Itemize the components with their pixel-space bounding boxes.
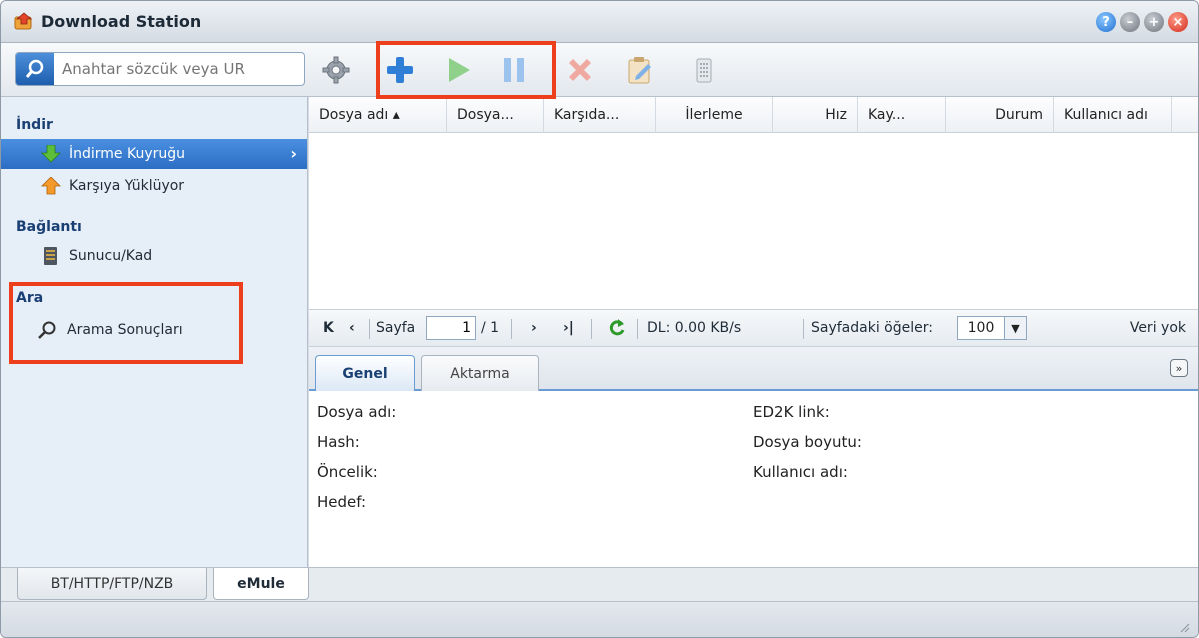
divider [369,319,370,339]
sidebar-item-label: Karşıya Yüklüyor [69,178,185,194]
tab-emule[interactable]: eMule [213,568,309,600]
chevron-down-icon: ▼ [1004,317,1026,339]
search-input[interactable] [54,53,304,85]
sidebar-item-download-queue[interactable]: İndirme Kuyruğu › [1,139,307,169]
detail-tab-bar: Genel Aktarma » [309,347,1198,391]
divider [637,319,638,339]
divider [591,319,592,339]
title-bar: Download Station ? – + × [1,1,1198,43]
column-speed[interactable]: Hız [773,97,858,133]
items-per-page-value: 100 [967,320,995,336]
help-icon[interactable]: ? [1096,12,1116,32]
gear-icon [322,56,350,84]
edit-icon [628,57,651,84]
trash-icon [696,58,712,83]
delete-button[interactable] [561,52,599,88]
sidebar-item-server-kad[interactable]: Sunucu/Kad [1,241,307,271]
download-station-window: Download Station ? – + × Anahtar sözcük … [0,0,1199,638]
download-station-icon [14,12,33,30]
sidebar-item-uploading[interactable]: Karşıya Yüklüyor [1,171,307,201]
list-header: Dosya adı ▴ Dosya... Karşıda... İlerleme… [309,97,1198,133]
window-controls: ? – + × [1096,12,1188,32]
edit-button[interactable] [621,52,659,88]
server-icon [44,247,57,265]
close-icon[interactable]: × [1168,12,1188,32]
label-destination: Hedef: [317,493,367,511]
sidebar-item-label: İndirme Kuyruğu [69,146,186,162]
up-arrow-icon [41,177,61,195]
collapse-icon[interactable]: » [1170,359,1188,377]
page-label: Sayfa [376,320,416,336]
detail-panel: Dosya adı: Hash: Öncelik: Hedef: ED2K li… [309,391,1198,567]
label-hash: Hash: [317,433,360,451]
section-header-indir: İndir [16,117,53,133]
window-title: Download Station [41,12,202,31]
items-per-page-label: Sayfadaki öğeler: [811,320,933,336]
search-section-highlight-box [9,282,243,364]
label-file-name: Dosya adı: [317,403,397,421]
tab-general[interactable]: Genel [315,355,415,391]
sidebar-item-label: Sunucu/Kad [69,248,153,264]
clear-button[interactable] [685,52,723,88]
download-speed: DL: 0.00 KB/s [647,320,742,336]
settings-button[interactable] [317,52,355,88]
first-page-icon[interactable]: K [323,320,334,336]
label-file-size: Dosya boyutu: [753,433,862,451]
page-total: / 1 [481,320,500,336]
column-source[interactable]: Kay... [858,97,946,133]
down-arrow-icon [41,145,61,163]
toolbar-highlight-box [376,41,556,99]
column-progress[interactable]: İlerleme [656,97,773,133]
toolbar [1,43,1198,97]
pagination-bar: K ‹ Sayfa / 1 › ›| DL: 0.00 KB/s Sayfada… [309,309,1198,347]
label-user-name: Kullanıcı adı: [753,463,848,481]
search-icon[interactable] [16,53,54,85]
items-per-page-select[interactable]: 100 ▼ [957,316,1027,340]
resize-grip-icon[interactable] [1178,621,1190,633]
column-file-name[interactable]: Dosya adı ▴ [309,97,447,133]
no-data-text: Veri yok [1129,320,1186,336]
column-status[interactable]: Durum [946,97,1054,133]
prev-page-icon[interactable]: ‹ [349,320,355,336]
tab-bt-http-ftp-nzb[interactable]: BT/HTTP/FTP/NZB [17,568,207,600]
delete-x-icon [569,59,591,81]
tab-transfer[interactable]: Aktarma [421,355,539,391]
column-file-size[interactable]: Dosya... [447,97,544,133]
minimize-icon[interactable]: – [1120,12,1140,32]
label-priority: Öncelik: [317,463,378,481]
chevron-right-icon: › [290,144,297,163]
page-number-input[interactable] [426,316,476,340]
next-page-icon[interactable]: › [531,320,537,336]
maximize-icon[interactable]: + [1144,12,1164,32]
column-uploaded[interactable]: Karşıda... [544,97,656,133]
search-box [15,52,305,86]
download-list[interactable]: Dosya adı ▴ Dosya... Karşıda... İlerleme… [309,97,1198,309]
divider [511,319,512,339]
last-page-icon[interactable]: ›| [563,320,574,336]
divider [803,319,804,339]
refresh-icon[interactable] [609,318,625,340]
section-header-baglanti: Bağlantı [16,219,82,235]
protocol-tab-bar: BT/HTTP/FTP/NZB eMule [1,567,1198,601]
label-ed2k-link: ED2K link: [753,403,830,421]
column-user-name[interactable]: Kullanıcı adı [1054,97,1172,133]
status-bar [1,601,1198,637]
